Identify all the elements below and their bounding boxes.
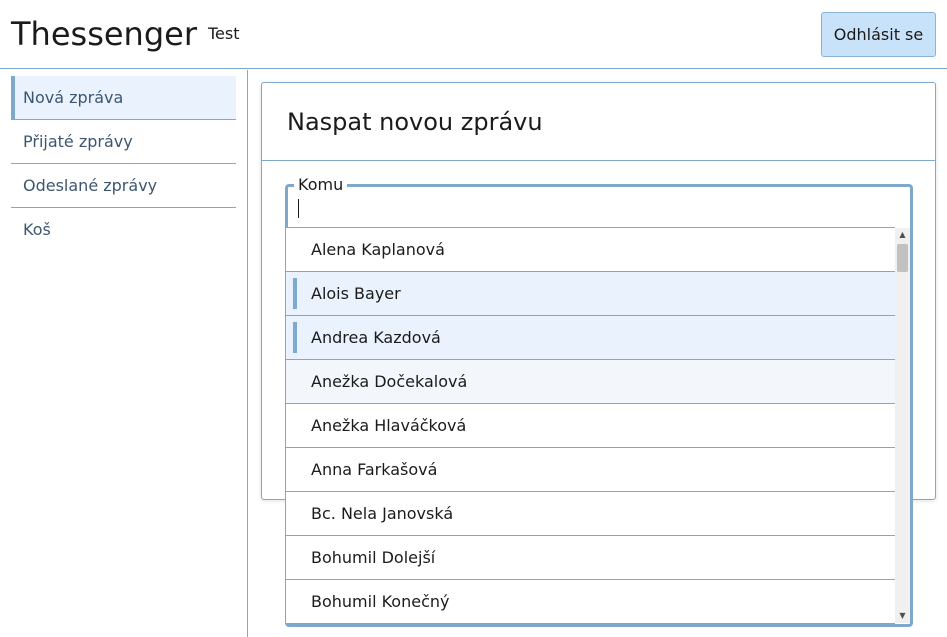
recipient-option[interactable]: Bc. Nela Janovská — [286, 492, 895, 536]
recipient-option-label: Bohumil Dolejší — [311, 548, 436, 567]
recipient-option[interactable]: Anna Farkašová — [286, 448, 895, 492]
scroll-thumb[interactable] — [897, 244, 908, 272]
recipient-option-label: Anežka Hlaváčková — [311, 416, 467, 435]
recipient-field-label: Komu — [294, 174, 348, 196]
recipient-input-caret[interactable] — [298, 199, 299, 218]
compose-title: Naspat novou zprávu — [287, 108, 543, 136]
recipient-option[interactable]: Alois Bayer — [286, 272, 895, 316]
recipient-option-label: Andrea Kazdová — [311, 328, 441, 347]
recipient-option[interactable]: Andrea Kazdová — [286, 316, 895, 360]
recipient-option[interactable]: Bohumil Dolejší — [286, 536, 895, 580]
sidebar-item-new-message[interactable]: Nová zpráva — [11, 76, 236, 120]
recipient-option-label: Anna Farkašová — [311, 460, 438, 479]
app-header: Thessenger Test Odhlásit se — [0, 0, 947, 69]
sidebar-item-sent[interactable]: Odeslané zprávy — [11, 164, 236, 208]
recipient-option[interactable]: Bohumil Konečný — [286, 580, 895, 624]
recipient-option[interactable]: Anežka Hlaváčková — [286, 404, 895, 448]
recipient-option-label: Bc. Nela Janovská — [311, 504, 454, 523]
sidebar-item-trash[interactable]: Koš — [11, 208, 236, 252]
recipient-option-label: Bohumil Konečný — [311, 592, 450, 611]
current-user-name: Test — [208, 24, 240, 43]
sidebar-nav: Nová zpráva Přijaté zprávy Odeslané zprá… — [0, 70, 248, 637]
selected-marker — [293, 278, 297, 309]
recipient-option-label: Anežka Dočekalová — [311, 372, 468, 391]
scroll-down-arrow-icon[interactable]: ▼ — [895, 609, 910, 623]
selected-marker — [293, 322, 297, 353]
app-title: Thessenger — [11, 15, 197, 53]
sidebar-item-inbox[interactable]: Přijaté zprávy — [11, 120, 236, 164]
recipient-option-label: Alena Kaplanová — [311, 240, 445, 259]
recipient-option[interactable]: Alena Kaplanová — [286, 228, 895, 272]
recipient-option-label: Alois Bayer — [311, 284, 401, 303]
recipient-option[interactable]: Anežka Dočekalová — [286, 360, 895, 404]
scroll-up-arrow-icon[interactable]: ▲ — [895, 228, 910, 242]
card-divider — [262, 160, 935, 161]
recipient-options-list[interactable]: Alena Kaplanová Alois Bayer Andrea Kazdo… — [286, 227, 895, 624]
logout-button[interactable]: Odhlásit se — [821, 12, 936, 57]
options-scrollbar[interactable]: ▲ ▼ — [895, 228, 910, 623]
